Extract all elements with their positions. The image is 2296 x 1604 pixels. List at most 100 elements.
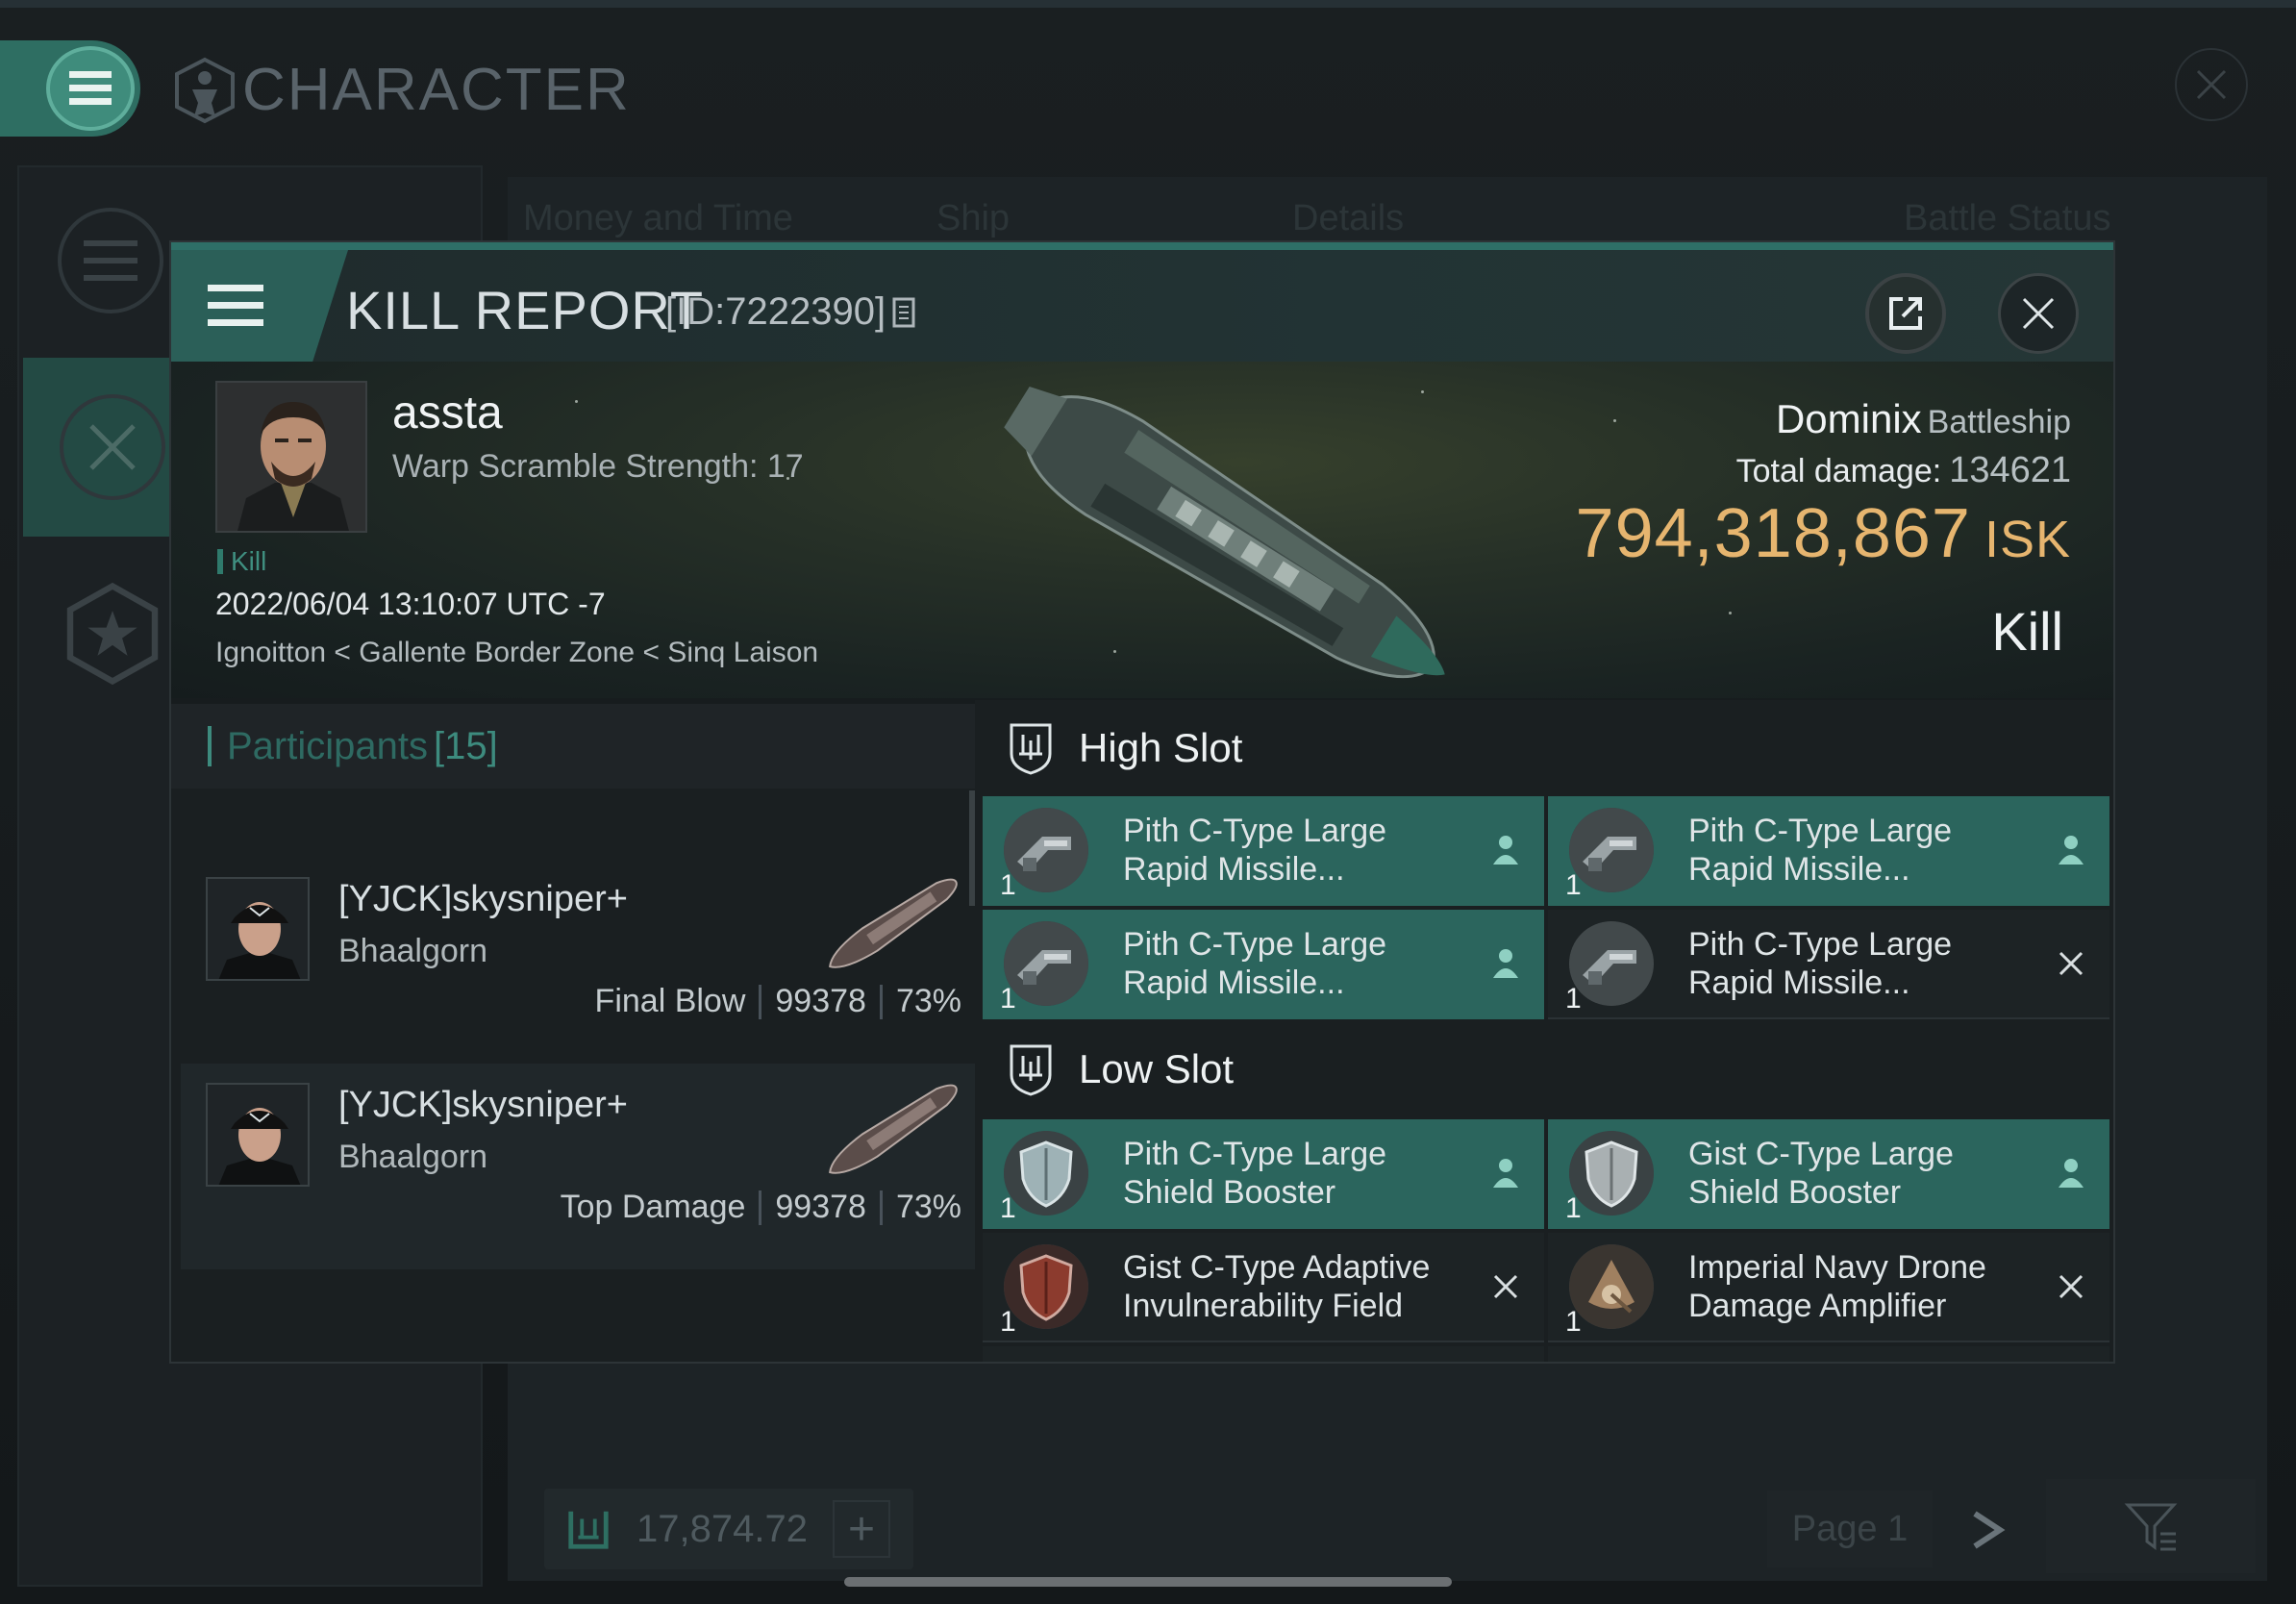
module-name: Gist C-Type Large Shield Booster bbox=[1688, 1135, 2034, 1212]
sidebar-list-button[interactable] bbox=[58, 208, 163, 313]
background-star bbox=[1613, 419, 1616, 422]
background-tabs: Money and Time Ship Details Battle Statu… bbox=[523, 198, 2138, 242]
victim-name[interactable]: assta bbox=[392, 387, 503, 439]
next-page-button[interactable] bbox=[1961, 1496, 2015, 1564]
fitted-person-icon bbox=[2059, 836, 2084, 865]
module-status bbox=[1486, 944, 1525, 983]
bg-tab-ship[interactable]: Ship bbox=[936, 198, 1010, 239]
module-low-2[interactable]: 1 Gist C-Type Large Shield Booster bbox=[1548, 1119, 2109, 1229]
background-star bbox=[1729, 612, 1732, 614]
copy-icon[interactable] bbox=[891, 295, 920, 330]
participant-role: Final Blow bbox=[594, 983, 746, 1019]
kill-location[interactable]: Ignoitton < Gallente Border Zone < Sinq … bbox=[215, 637, 818, 669]
victim-summary: assta Warp Scramble Strength: 17 Kill 20… bbox=[171, 362, 2113, 698]
ship-class: Battleship bbox=[1927, 404, 2071, 440]
filter-button[interactable] bbox=[2046, 1479, 2256, 1573]
kill-report-close-button[interactable] bbox=[1998, 273, 2079, 354]
low-slot-icon bbox=[1010, 1044, 1052, 1096]
module-low-1[interactable]: 1 Pith C-Type Large Shield Booster bbox=[983, 1119, 1544, 1229]
background-bottom-bar: 17,874.72 + bbox=[544, 1489, 913, 1569]
module-name: Pith C-Type Large Rapid Missile... bbox=[1123, 925, 1469, 1002]
sidebar-favorites-button[interactable] bbox=[60, 581, 165, 687]
hamburger-icon bbox=[208, 285, 263, 326]
module-name-line2: Damage Amplifier bbox=[1688, 1288, 1947, 1324]
bg-tab-money[interactable]: Money and Time bbox=[523, 198, 793, 239]
isk-unit: ISK bbox=[1984, 511, 2071, 568]
filter-icon bbox=[2124, 1503, 2178, 1551]
high-slot-header: High Slot bbox=[975, 700, 2113, 796]
kill-report-header: KILL REPORT [ID:7222390] bbox=[171, 242, 2113, 362]
home-indicator[interactable] bbox=[844, 1577, 1452, 1587]
module-low-4[interactable]: 1 Imperial Navy Drone Damage Amplifier bbox=[1548, 1233, 2109, 1342]
victim-portrait[interactable] bbox=[215, 381, 367, 533]
stat-divider bbox=[879, 984, 883, 1019]
main-menu-button[interactable] bbox=[46, 46, 135, 131]
shield-booster-icon bbox=[1004, 1131, 1088, 1216]
module-high-2[interactable]: 1 Pith C-Type Large Rapid Missile... bbox=[1548, 796, 2109, 906]
stat-divider bbox=[759, 984, 762, 1019]
participants-header[interactable]: Participants [15] bbox=[171, 704, 975, 789]
fitted-person-icon bbox=[1493, 949, 1518, 978]
bg-tab-details[interactable]: Details bbox=[1292, 198, 1404, 239]
module-status bbox=[1486, 1267, 1525, 1306]
participant-row[interactable]: [YJCK]skysniper+ Bhaalgorn Top Damage 99… bbox=[181, 1064, 975, 1269]
fitted-person-icon bbox=[1493, 836, 1518, 865]
module-name: Pith C-Type Large Shield Booster bbox=[1123, 1135, 1469, 1212]
module-status bbox=[2052, 1267, 2090, 1306]
module-name: Gist C-Type Adaptive Invulnerability Fiel… bbox=[1123, 1248, 1469, 1325]
module-name-line1: Imperial Navy Drone bbox=[1688, 1249, 1986, 1286]
dominix-ship-render[interactable] bbox=[960, 381, 1498, 698]
module-low-partial-2[interactable] bbox=[1548, 1346, 2109, 1362]
kill-report-menu-button[interactable] bbox=[171, 250, 348, 362]
module-low-3[interactable]: 1 Gist C-Type Adaptive Invulnerability Fi… bbox=[983, 1233, 1544, 1342]
victim-avatar bbox=[217, 383, 365, 531]
add-button[interactable]: + bbox=[832, 1500, 890, 1558]
participant-ship: Bhaalgorn bbox=[338, 1139, 488, 1175]
module-status bbox=[2052, 944, 2090, 983]
module-status bbox=[1486, 831, 1525, 869]
app-title: CHARACTER bbox=[173, 56, 631, 124]
fitting-panel: High Slot 1 Pith C-Type Large Rapid Missi… bbox=[975, 700, 2113, 1362]
share-button[interactable] bbox=[1865, 273, 1946, 354]
module-status bbox=[1486, 1154, 1525, 1192]
participant-avatar[interactable] bbox=[206, 877, 310, 981]
participant-avatar[interactable] bbox=[206, 1083, 310, 1187]
participant-stats: Top Damage 99378 73% bbox=[561, 1189, 961, 1226]
module-high-3[interactable]: 1 Pith C-Type Large Rapid Missile... bbox=[983, 910, 1544, 1019]
participant-portrait bbox=[208, 1085, 308, 1185]
app-close-button[interactable] bbox=[2175, 48, 2248, 121]
bhaalgorn-ship-render bbox=[829, 1084, 958, 1174]
participant-damage: 99378 bbox=[775, 1189, 866, 1225]
missile-launcher-icon bbox=[1004, 921, 1088, 1006]
isk-value: 794,318,867 ISK bbox=[1576, 494, 2071, 573]
module-high-4[interactable]: 1 Pith C-Type Large Rapid Missile... bbox=[1548, 910, 2109, 1019]
module-name-line2: Invulnerability Field bbox=[1123, 1288, 1404, 1324]
fitted-person-icon bbox=[2059, 1159, 2084, 1188]
kill-report-title: KILL REPORT bbox=[346, 280, 705, 340]
module-status bbox=[2052, 1154, 2090, 1192]
kill-datetime: 2022/06/04 13:10:07 UTC -7 bbox=[215, 587, 606, 621]
ship-name[interactable]: Dominix Battleship bbox=[1776, 396, 2071, 442]
participant-name: [YJCK]skysniper+ bbox=[338, 879, 628, 919]
kill-report-id[interactable]: [ID:7222390] bbox=[665, 290, 920, 334]
sidebar-combat-button[interactable] bbox=[60, 394, 165, 500]
participant-row[interactable]: [YJCK]skysniper+ Bhaalgorn Final Blow 99… bbox=[181, 858, 975, 1064]
module-high-1[interactable]: 1 Pith C-Type Large Rapid Missile... bbox=[983, 796, 1544, 906]
module-low-partial-1[interactable] bbox=[983, 1346, 1544, 1362]
participants-marker bbox=[208, 726, 212, 766]
participant-name: [YJCK]skysniper+ bbox=[338, 1085, 628, 1125]
module-name-line1: Gist C-Type Adaptive bbox=[1123, 1249, 1431, 1286]
high-slot-label: High Slot bbox=[1079, 725, 1243, 770]
page-indicator: Page 1 bbox=[1767, 1491, 1933, 1567]
stat-divider bbox=[759, 1190, 762, 1225]
module-name-line2: Rapid Missile... bbox=[1688, 965, 1910, 1001]
bhaalgorn-ship-render bbox=[829, 878, 958, 968]
crossed-swords-icon bbox=[89, 424, 136, 470]
module-quantity: 1 bbox=[1000, 983, 1016, 1015]
module-name-line1: Gist C-Type Large bbox=[1688, 1136, 1954, 1172]
fitted-person-icon bbox=[1493, 1159, 1518, 1188]
bg-tab-battle-status[interactable]: Battle Status bbox=[1904, 198, 2110, 239]
top-edge bbox=[0, 0, 2296, 8]
participant-ship: Bhaalgorn bbox=[338, 933, 488, 969]
participant-portrait bbox=[208, 879, 308, 979]
